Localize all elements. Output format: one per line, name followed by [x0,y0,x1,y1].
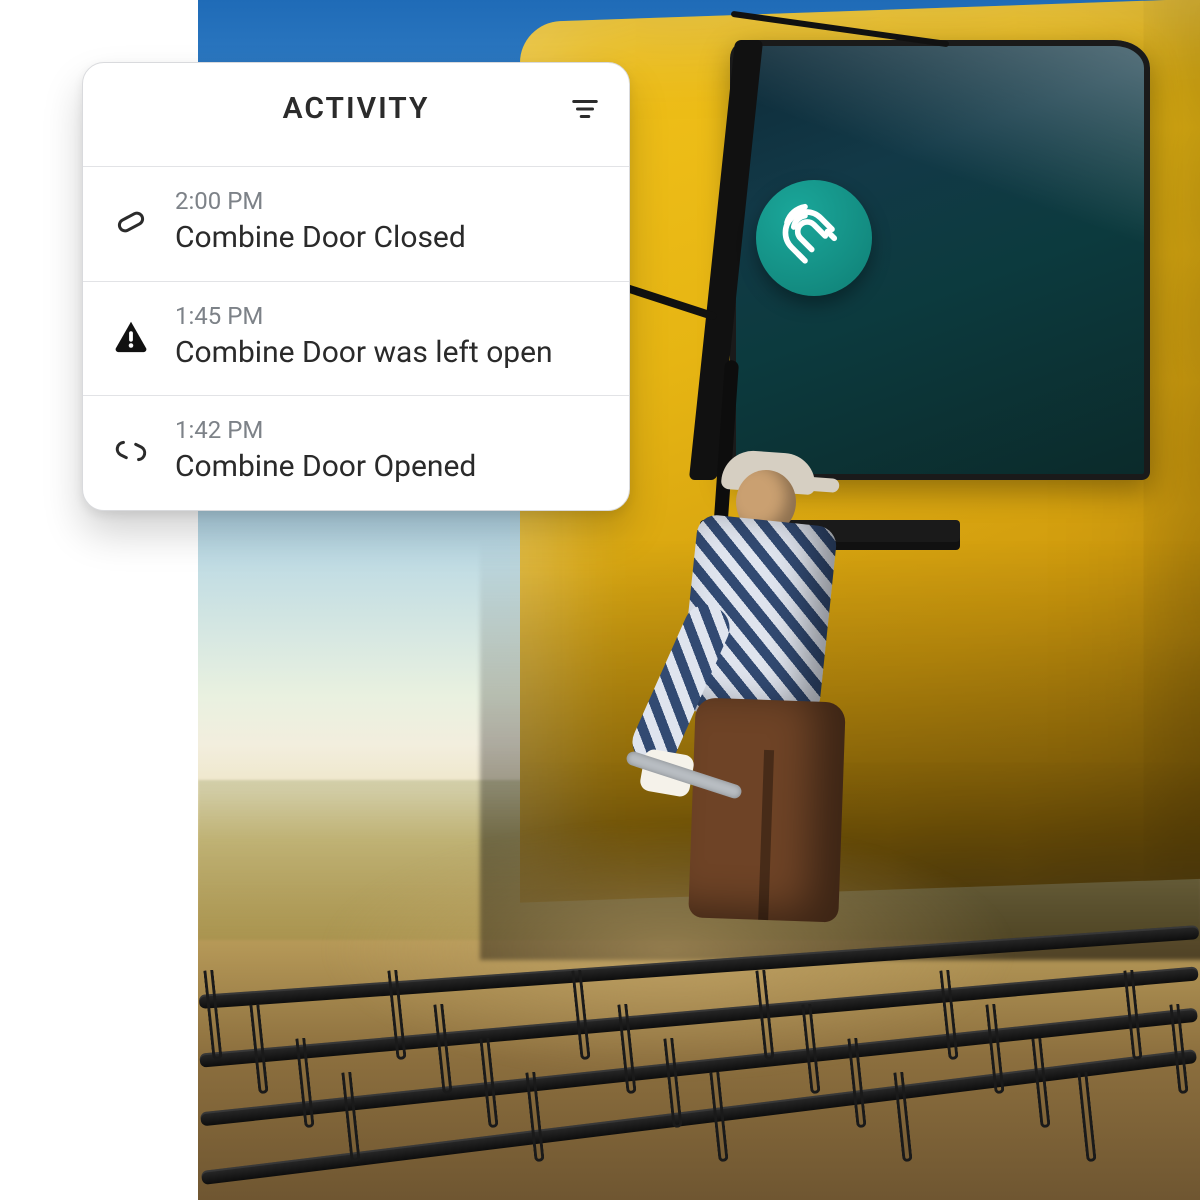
activity-text: 2:00 PM Combine Door Closed [175,187,603,257]
activity-time: 2:00 PM [175,187,603,215]
closed-pill-icon [109,200,153,244]
stage: ACTIVITY 2:00 PM Combine [0,0,1200,1200]
activity-time: 1:42 PM [175,416,603,444]
open-pill-icon [109,429,153,473]
warning-icon [109,314,153,358]
activity-card-header: ACTIVITY [83,63,629,166]
magnet-signal-icon [778,200,850,276]
activity-text: 1:42 PM Combine Door Opened [175,416,603,486]
activity-text: 1:45 PM Combine Door was left open [175,302,603,372]
activity-message: Combine Door Closed [175,219,603,257]
activity-title: ACTIVITY [111,91,601,126]
activity-row[interactable]: 2:00 PM Combine Door Closed [83,166,629,281]
activity-card: ACTIVITY 2:00 PM Combine [82,62,630,511]
filter-icon [570,94,600,128]
activity-message: Combine Door was left open [175,334,603,372]
farmer-figure [628,400,888,920]
activity-time: 1:45 PM [175,302,603,330]
filter-button[interactable] [565,91,605,131]
activity-row[interactable]: 1:42 PM Combine Door Opened [83,395,629,510]
activity-row[interactable]: 1:45 PM Combine Door was left open [83,281,629,396]
activity-message: Combine Door Opened [175,448,603,486]
sensor-badge [756,180,872,296]
